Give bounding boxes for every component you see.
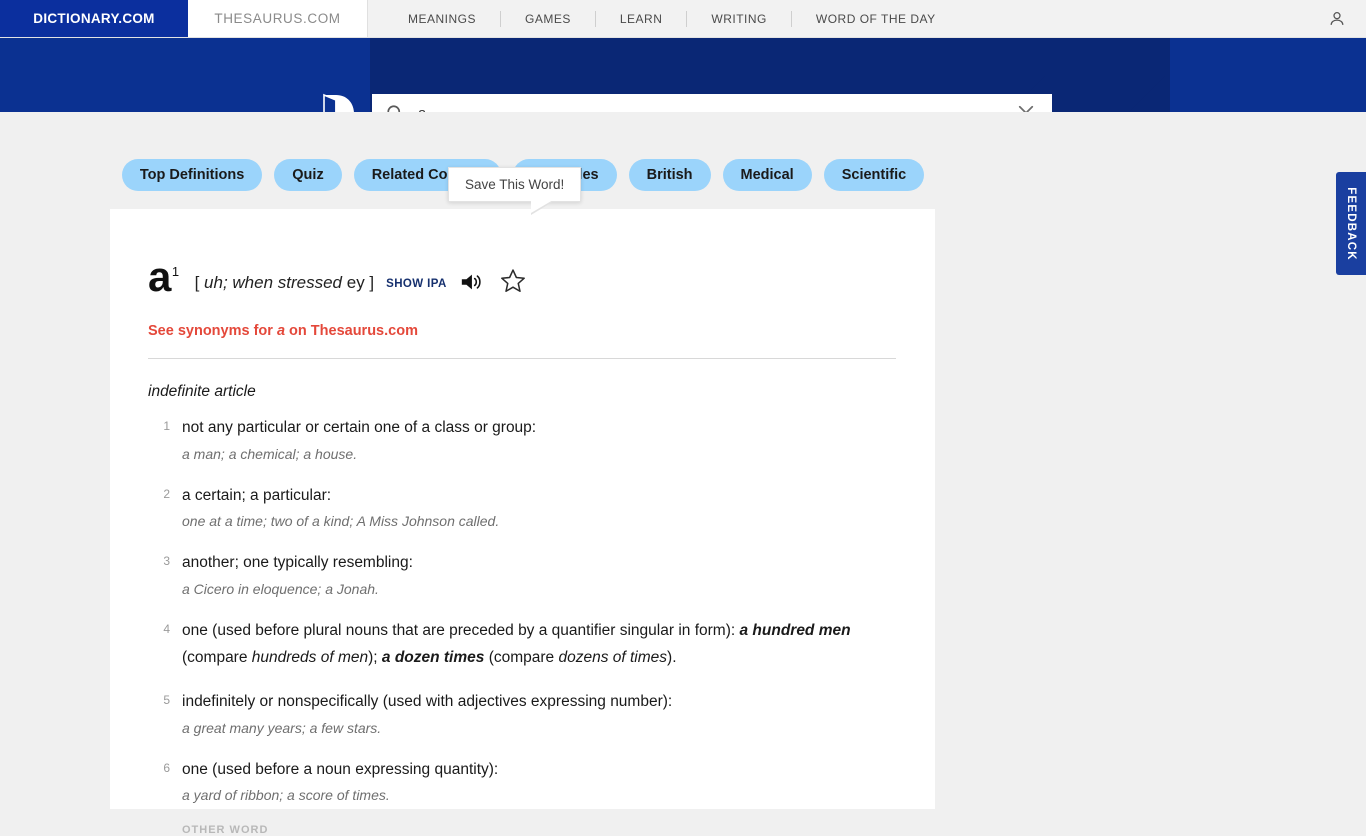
definition-text-run: a dozen times [381, 648, 485, 666]
search-icon [387, 105, 401, 112]
definition-example: one at a time; two of a kind; A Miss Joh… [182, 513, 500, 530]
tab-dictionary[interactable]: DICTIONARY.COM [0, 0, 188, 37]
tab-thesaurus[interactable]: THESAURUS.COM [188, 0, 368, 37]
save-word-tooltip-label: Save This Word! [465, 177, 565, 192]
thesaurus-synonyms-link[interactable]: See synonyms for a on Thesaurus.com [148, 323, 418, 339]
headword: a1 [148, 256, 179, 298]
menu-item-word-of-the-day[interactable]: WORD OF THE DAY [792, 12, 960, 26]
definition-text: indefinitely or nonspecifically (used wi… [182, 693, 673, 711]
definition-body: one (used before a noun expressing quant… [182, 757, 872, 807]
pronunciation: [ uh; when stressed ey ] [195, 273, 375, 293]
speaker-icon [461, 274, 481, 290]
dictionary-d-logo[interactable] [316, 91, 356, 112]
headword-row: Save This Word! a1 [ uh; when stressed e… [148, 167, 897, 298]
definition-text-run: dozens of times [558, 648, 668, 666]
definition-text-run: (compare [484, 648, 559, 666]
definition-item: 6 one (used before a noun expressing qua… [148, 757, 897, 807]
tab-medical[interactable]: Medical [722, 159, 812, 191]
definition-number: 2 [163, 486, 170, 501]
search-banner [0, 38, 1366, 112]
definition-text: one (used before plural nouns that are p… [182, 618, 872, 671]
definition-item: 1 not any particular or certain one of a… [148, 415, 897, 465]
definition-body: another; one typically resembling: a Cic… [182, 550, 872, 600]
show-ipa-button[interactable]: SHOW IPA [386, 278, 447, 290]
play-pronunciation-button[interactable] [459, 271, 483, 293]
definition-text-run: hundreds of men [251, 648, 369, 666]
definition-item: 2 a certain; a particular: one at a time… [148, 483, 897, 533]
next-section-heading-partial: OTHER WORD [182, 824, 269, 836]
pron-stressed: ey [342, 272, 370, 292]
definition-number: 4 [163, 621, 170, 636]
definition-body: one (used before plural nouns that are p… [182, 618, 872, 671]
definition-item: 5 indefinitely or nonspecifically (used … [148, 689, 897, 739]
definition-text-run: one (used before plural nouns that are p… [182, 621, 740, 639]
definition-example: a yard of ribbon; a score of times. [182, 787, 390, 804]
top-navigation-bar: DICTIONARY.COM THESAURUS.COM MEANINGS GA… [0, 0, 1366, 38]
definition-number: 3 [163, 554, 170, 569]
menu-item-learn[interactable]: LEARN [596, 12, 687, 26]
person-icon [1330, 11, 1344, 25]
definition-example: a Cicero in eloquence; a Jonah. [182, 580, 379, 597]
pron-bracket-open: [ [194, 272, 205, 292]
thesaurus-link-prefix: See synonyms for [148, 322, 277, 339]
save-word-tooltip: Save This Word! [448, 167, 582, 215]
definition-item: 3 another; one typically resembling: a C… [148, 550, 897, 600]
tab-quiz[interactable]: Quiz [274, 159, 342, 191]
search-icon-container [372, 103, 418, 112]
clear-search-button[interactable] [1000, 103, 1052, 112]
definition-card: Save This Word! a1 [ uh; when stressed e… [110, 167, 935, 836]
definition-number: 1 [163, 418, 170, 433]
divider [148, 357, 896, 359]
definition-body: a certain; a particular: one at a time; … [182, 483, 872, 533]
definition-text: a certain; a particular: [182, 486, 332, 504]
thesaurus-link-word: a [276, 322, 286, 339]
headword-homograph-number: 1 [171, 264, 179, 279]
close-icon [1018, 105, 1034, 112]
menu-item-meanings[interactable]: MEANINGS [384, 12, 500, 26]
definition-number: 6 [163, 760, 170, 775]
feedback-tab[interactable]: FEEDBACK [1336, 172, 1366, 275]
star-outline-icon [500, 269, 525, 292]
definition-text-run: ); [368, 648, 382, 666]
definition-number: 5 [163, 693, 170, 708]
definitions-list: 1 not any particular or certain one of a… [148, 415, 897, 836]
tab-dictionary-label: DICTIONARY.COM [33, 11, 155, 26]
search-bar[interactable] [372, 94, 1052, 112]
definition-example: a great many years; a few stars. [182, 719, 382, 736]
menu-item-writing[interactable]: WRITING [687, 12, 791, 26]
definition-text-run: (compare [182, 648, 252, 666]
definition-text: not any particular or certain one of a c… [182, 418, 537, 436]
definition-example: a man; a chemical; a house. [182, 445, 358, 462]
save-word-button[interactable] [499, 267, 527, 295]
part-of-speech: indefinite article [148, 382, 256, 400]
tab-british[interactable]: British [628, 159, 711, 191]
main-menu: MEANINGS GAMES LEARN WRITING WORD OF THE… [368, 0, 1308, 37]
thesaurus-link-suffix: on Thesaurus.com [285, 322, 418, 339]
definition-text-run: ). [667, 648, 677, 666]
menu-item-games[interactable]: GAMES [501, 12, 595, 26]
feedback-tab-label: FEEDBACK [1345, 186, 1357, 261]
tab-thesaurus-label: THESAURUS.COM [214, 11, 341, 26]
search-input[interactable] [418, 94, 1000, 112]
definition-item: 4 one (used before plural nouns that are… [148, 618, 897, 671]
headword-text: a [148, 253, 171, 300]
tab-scientific[interactable]: Scientific [823, 159, 925, 191]
definition-body: not any particular or certain one of a c… [182, 415, 872, 465]
definition-text: one (used before a noun expressing quant… [182, 760, 499, 778]
pron-unstressed: uh; when stressed [204, 272, 343, 292]
account-button[interactable] [1308, 0, 1366, 37]
pron-bracket-close: ] [369, 272, 375, 292]
tab-top-definitions[interactable]: Top Definitions [121, 159, 263, 191]
definition-text: another; one typically resembling: [182, 554, 413, 572]
definition-text-run: a hundred men [739, 621, 851, 639]
definition-body: indefinitely or nonspecifically (used wi… [182, 689, 872, 739]
